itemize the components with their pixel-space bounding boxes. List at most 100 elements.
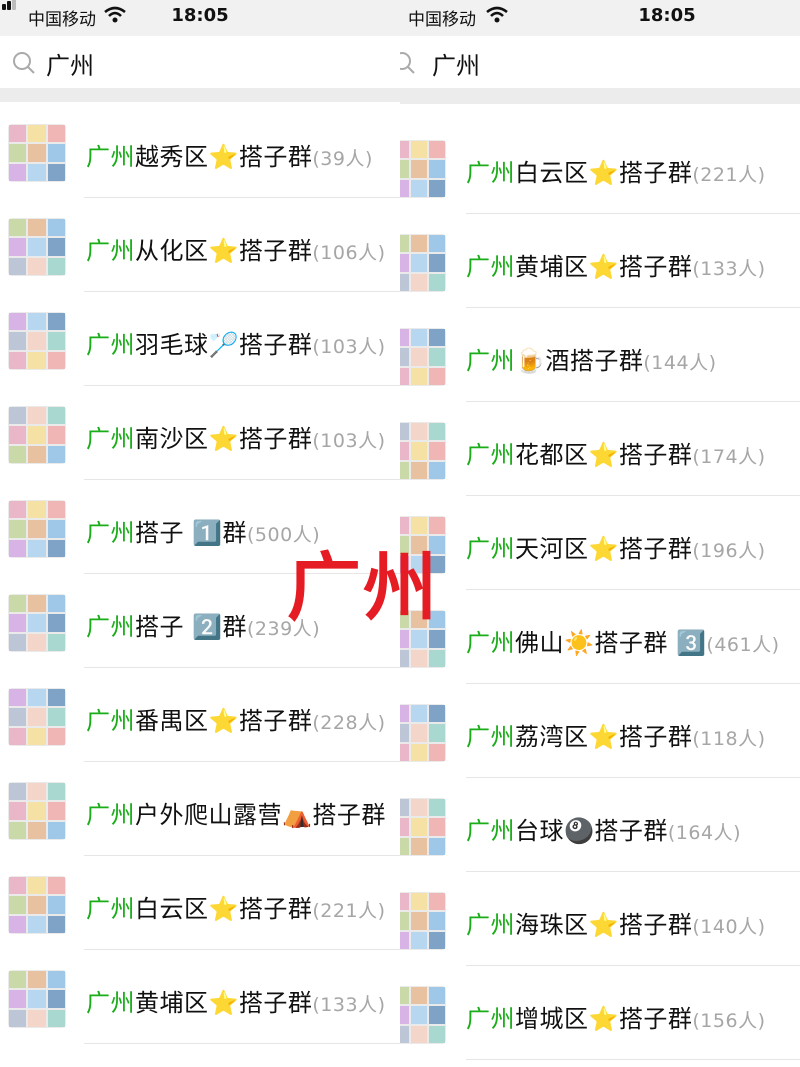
- group-title: 广州天河区⭐搭子群(196人): [466, 529, 765, 564]
- group-title: 广州白云区⭐搭子群(221人): [86, 889, 385, 924]
- group-result-row[interactable]: 广州增城区⭐搭子群(156人): [400, 966, 800, 1060]
- group-avatar: [400, 328, 446, 386]
- group-name: 搭子 1️⃣群: [135, 519, 248, 547]
- group-result-row[interactable]: 广州越秀区⭐搭子群(39人): [0, 104, 400, 198]
- group-name: 搭子 2️⃣群: [135, 613, 248, 641]
- search-icon: [13, 52, 35, 74]
- status-bar: 中国移动 18:05: [400, 0, 800, 36]
- group-result-row[interactable]: 广州天河区⭐搭子群(196人): [400, 496, 800, 590]
- group-title: 广州番禺区⭐搭子群(228人): [86, 701, 385, 736]
- group-name: 羽毛球🏸搭子群: [135, 331, 313, 359]
- keyword-highlight: 广州: [86, 895, 135, 923]
- group-result-row[interactable]: 广州番禺区⭐搭子群(228人): [0, 668, 400, 762]
- group-avatar: [400, 704, 446, 762]
- member-count: (461人): [706, 634, 780, 656]
- search-input[interactable]: 广州: [432, 46, 480, 81]
- group-avatar: [400, 422, 446, 480]
- group-title: 广州南沙区⭐搭子群(103人): [86, 419, 385, 454]
- keyword-highlight: 广州: [86, 237, 135, 265]
- row-divider: [466, 1059, 800, 1060]
- group-name: 台球🎱搭子群: [515, 817, 668, 845]
- member-count: (228人): [312, 712, 386, 734]
- group-name: 🍺酒搭子群: [515, 347, 644, 375]
- keyword-highlight: 广州: [86, 143, 135, 171]
- group-avatar: [8, 876, 66, 934]
- group-title: 广州户外爬山露营⛺搭子群: [86, 795, 386, 830]
- group-avatar: [8, 312, 66, 370]
- group-name: 白云区⭐搭子群: [135, 895, 313, 923]
- group-result-row[interactable]: 广州户外爬山露营⛺搭子群: [0, 762, 400, 856]
- group-name: 黄埔区⭐搭子群: [135, 989, 313, 1017]
- keyword-highlight: 广州: [466, 629, 515, 657]
- group-name: 户外爬山露营⛺搭子群: [135, 801, 386, 829]
- group-title: 广州佛山☀️搭子群 3️⃣(461人): [466, 623, 780, 658]
- group-avatar: [8, 970, 66, 1028]
- keyword-highlight: 广州: [466, 253, 515, 281]
- group-result-row[interactable]: 广州海珠区⭐搭子群(140人): [400, 872, 800, 966]
- member-count: (133人): [692, 258, 766, 280]
- group-result-row[interactable]: 广州台球🎱搭子群(164人): [400, 778, 800, 872]
- group-name: 从化区⭐搭子群: [135, 237, 313, 265]
- group-avatar: [8, 124, 66, 182]
- keyword-highlight: 广州: [86, 989, 135, 1017]
- group-avatar: [8, 218, 66, 276]
- group-name: 海珠区⭐搭子群: [515, 911, 693, 939]
- group-result-row[interactable]: 广州花都区⭐搭子群(174人): [400, 402, 800, 496]
- group-result-row[interactable]: 广州🍺酒搭子群(144人): [400, 308, 800, 402]
- group-avatar: [400, 892, 446, 950]
- member-count: (133人): [312, 994, 386, 1016]
- search-bar[interactable]: 广州: [400, 36, 800, 88]
- group-name: 番禺区⭐搭子群: [135, 707, 313, 735]
- member-count: (196人): [692, 540, 766, 562]
- group-result-row[interactable]: 广州佛山☀️搭子群 3️⃣(461人): [400, 590, 800, 684]
- keyword-highlight: 广州: [466, 817, 515, 845]
- group-name: 越秀区⭐搭子群: [135, 143, 313, 171]
- group-avatar: [8, 594, 66, 652]
- group-title: 广州增城区⭐搭子群(156人): [466, 999, 765, 1034]
- member-count: (106人): [312, 242, 386, 264]
- group-result-row[interactable]: 广州白云区⭐搭子群(221人): [0, 856, 400, 950]
- group-result-row[interactable]: 广州羽毛球🏸搭子群(103人): [0, 292, 400, 386]
- section-gap: [0, 88, 400, 102]
- group-title: 广州从化区⭐搭子群(106人): [86, 231, 385, 266]
- group-name: 天河区⭐搭子群: [515, 535, 693, 563]
- keyword-highlight: 广州: [86, 331, 135, 359]
- member-count: (140人): [692, 916, 766, 938]
- keyword-highlight: 广州: [466, 441, 515, 469]
- group-result-row[interactable]: 广州南沙区⭐搭子群(103人): [0, 386, 400, 480]
- search-input[interactable]: 广州: [46, 46, 94, 81]
- group-name: 白云区⭐搭子群: [515, 159, 693, 187]
- group-avatar: [400, 140, 446, 198]
- member-count: (103人): [312, 336, 386, 358]
- group-title: 广州台球🎱搭子群(164人): [466, 811, 741, 846]
- group-result-row[interactable]: 广州荔湾区⭐搭子群(118人): [400, 684, 800, 778]
- member-count: (118人): [692, 728, 766, 750]
- group-avatar: [400, 798, 446, 856]
- group-result-row[interactable]: 广州黄埔区⭐搭子群(133人): [400, 214, 800, 308]
- group-name: 荔湾区⭐搭子群: [515, 723, 693, 751]
- group-title: 广州荔湾区⭐搭子群(118人): [466, 717, 765, 752]
- keyword-highlight: 广州: [86, 801, 135, 829]
- group-title: 广州海珠区⭐搭子群(140人): [466, 905, 765, 940]
- group-result-row[interactable]: 广州从化区⭐搭子群(106人): [0, 198, 400, 292]
- row-divider: [84, 1043, 400, 1044]
- search-icon: [400, 52, 415, 74]
- right-screenshot: 中国移动 18:05 广州 广州白云区⭐搭子群(221人) 广州黄埔区⭐搭子群(1…: [400, 0, 800, 1067]
- section-gap: [400, 88, 800, 104]
- status-time: 18:05: [638, 5, 696, 26]
- group-avatar: [400, 986, 446, 1044]
- group-result-row[interactable]: 广州白云区⭐搭子群(221人): [400, 120, 800, 214]
- group-avatar: [8, 782, 66, 840]
- member-count: (221人): [312, 900, 386, 922]
- group-result-row[interactable]: 广州黄埔区⭐搭子群(133人): [0, 950, 400, 1044]
- search-bar[interactable]: 广州: [0, 36, 400, 88]
- group-name: 增城区⭐搭子群: [515, 1005, 693, 1033]
- keyword-highlight: 广州: [466, 347, 515, 375]
- member-count: (103人): [312, 430, 386, 452]
- status-time: 18:05: [171, 5, 229, 26]
- member-count: (221人): [692, 164, 766, 186]
- group-title: 广州搭子 1️⃣群(500人): [86, 513, 320, 548]
- keyword-highlight: 广州: [466, 159, 515, 187]
- group-name: 花都区⭐搭子群: [515, 441, 693, 469]
- group-avatar: [8, 500, 66, 558]
